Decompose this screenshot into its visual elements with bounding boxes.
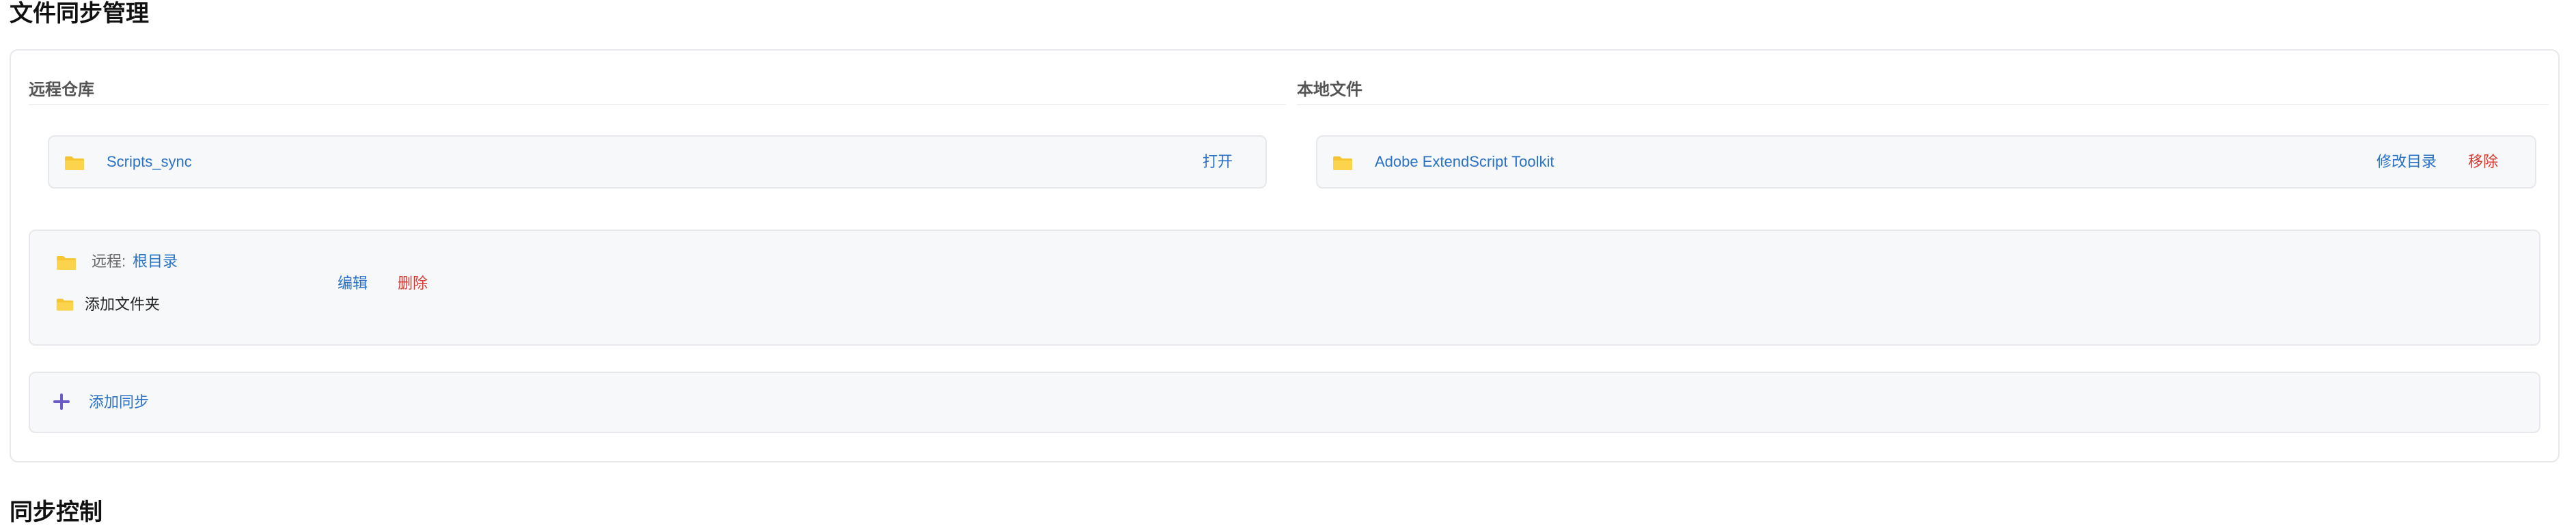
page-title: 文件同步管理 (10, 1, 149, 27)
add-folder-button[interactable]: 添加文件夹 (85, 294, 160, 315)
remote-label: 远程: (92, 253, 126, 270)
folder-icon (1332, 156, 1353, 171)
delete-button[interactable]: 删除 (398, 273, 428, 294)
sync-card: 远程仓库 本地文件 Scripts_sync 打开 Adobe ExtendSc… (10, 49, 2560, 462)
edit-button[interactable]: 编辑 (338, 273, 368, 294)
add-sync-button[interactable]: 添加同步 (89, 392, 149, 413)
remote-repo-link[interactable]: Scripts_sync (107, 152, 192, 172)
add-sync-row[interactable]: 添加同步 (29, 372, 2540, 433)
sync-control-title: 同步控制 (10, 499, 102, 525)
sync-mapping-row: 远程: 根目录 添加文件夹 编辑 删除 (29, 230, 2540, 346)
local-panel-title: 本地文件 (1297, 81, 1362, 99)
remove-button[interactable]: 移除 (2468, 152, 2498, 172)
folder-icon (56, 298, 74, 312)
open-button[interactable]: 打开 (1203, 152, 1233, 172)
folder-icon (64, 156, 85, 171)
local-folder-link[interactable]: Adobe ExtendScript Toolkit (1375, 152, 1554, 172)
local-panel-header: 本地文件 (1297, 71, 2549, 105)
remote-panel-header: 远程仓库 (29, 71, 1286, 105)
remote-repo-item: Scripts_sync 打开 (48, 135, 1267, 189)
plus-icon (53, 393, 70, 410)
local-folder-item: Adobe ExtendScript Toolkit 修改目录 移除 (1316, 135, 2536, 189)
modify-directory-button[interactable]: 修改目录 (2376, 152, 2437, 172)
remote-path-link[interactable]: 根目录 (133, 251, 178, 272)
folder-icon (56, 255, 77, 271)
remote-panel-title: 远程仓库 (29, 81, 94, 99)
